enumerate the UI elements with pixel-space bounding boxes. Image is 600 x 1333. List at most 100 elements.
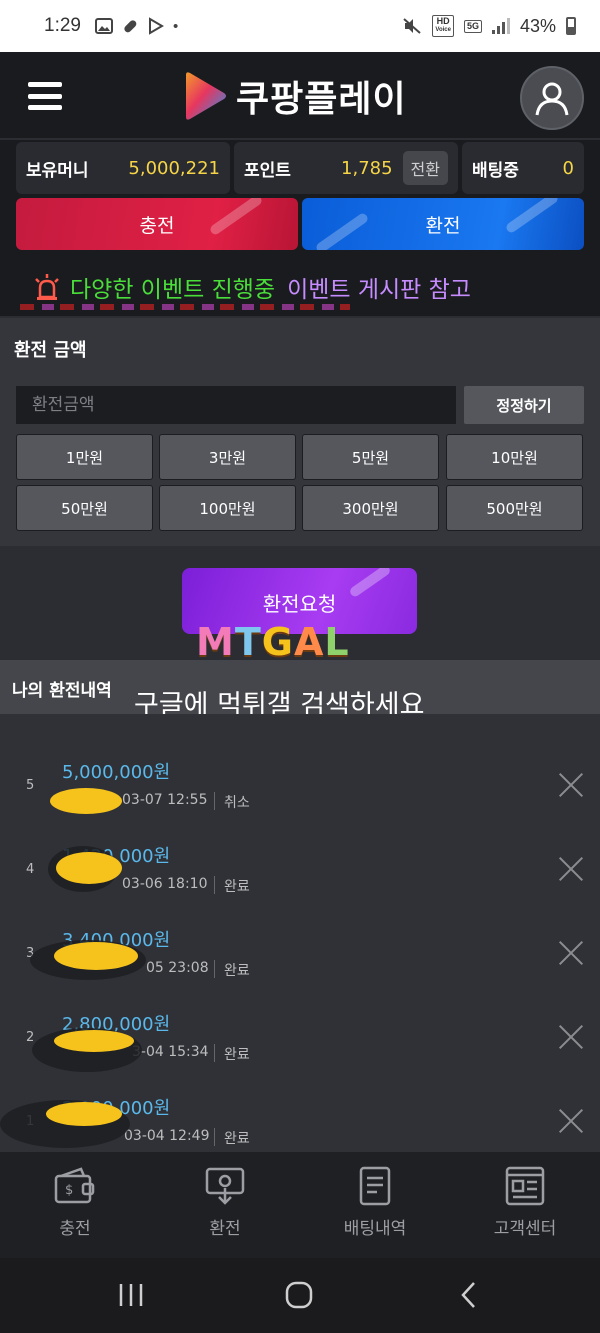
row-date: 3-04 15:34 <box>132 1044 209 1060</box>
recent-apps-icon[interactable] <box>116 1280 146 1310</box>
row-amount: 5,000,000원 <box>62 762 171 783</box>
scrolling-ticker-remnant <box>20 304 350 310</box>
withdraw-button[interactable]: 환전 <box>302 198 584 250</box>
close-icon[interactable] <box>558 856 584 882</box>
pill-icon <box>124 20 137 33</box>
action-buttons: 충전 환전 <box>0 196 600 258</box>
quick-amount-button[interactable]: 10만원 <box>446 434 583 480</box>
balance-bar: 보유머니 5,000,221 포인트 1,785 전환 배팅중 0 <box>0 140 600 196</box>
reset-amount-button[interactable]: 정정하기 <box>464 386 584 424</box>
nav-customer-center-label: 고객센터 <box>493 1219 557 1239</box>
row-status: 완료 <box>224 1047 250 1063</box>
withdraw-request-label: 환전요청 <box>262 592 337 616</box>
betting-cell: 배팅중 0 <box>462 142 584 194</box>
row-separator <box>214 960 215 978</box>
row-separator <box>214 792 215 810</box>
system-navigation-bar <box>0 1258 600 1333</box>
status-bar: 1:29 • HD Voice 5G 43% <box>0 0 600 52</box>
quick-amount-button[interactable]: 50만원 <box>16 485 153 531</box>
redaction-mark <box>54 1030 134 1052</box>
wallet-icon: $ <box>54 1167 95 1204</box>
history-row: 3 3,400,000원 05 23:08 완료 <box>0 910 600 994</box>
nav-deposit-label: 충전 <box>59 1219 91 1239</box>
image-icon <box>94 18 113 34</box>
user-avatar-icon <box>535 82 569 116</box>
signal-icon <box>491 18 510 34</box>
status-notification-icons: • <box>94 17 179 35</box>
nav-withdraw-label: 환전 <box>209 1219 241 1239</box>
row-separator <box>214 1044 215 1062</box>
hamburger-icon[interactable] <box>28 82 62 110</box>
row-status: 완료 <box>224 1131 250 1147</box>
event-text-main: 다양한 이벤트 진행중 <box>70 277 276 303</box>
close-icon[interactable] <box>558 1108 584 1134</box>
row-separator <box>214 1128 215 1146</box>
withdraw-amount-input[interactable] <box>16 386 456 424</box>
nav-customer-center[interactable]: 고객센터 <box>450 1166 600 1239</box>
history-row: 5 5,000,000원 03-07 12:55 취소 <box>0 742 600 826</box>
history-title: 나의 환전내역 <box>12 681 112 701</box>
quick-amount-button[interactable]: 3만원 <box>159 434 296 480</box>
row-status: 완료 <box>224 963 250 979</box>
quick-amount-button[interactable]: 300만원 <box>302 485 439 531</box>
history-row: 1 2,000,000원 03-04 12:49 완료 <box>0 1078 600 1162</box>
home-icon[interactable] <box>284 1280 314 1310</box>
play-store-icon <box>148 17 164 35</box>
battery-percent: 43% <box>519 15 556 36</box>
withdraw-label: 환전 <box>425 214 461 237</box>
money-cell: 보유머니 5,000,221 <box>16 142 230 194</box>
nav-deposit[interactable]: $ 충전 <box>0 1166 150 1239</box>
withdraw-amount-title: 환전 금액 <box>14 340 87 361</box>
history-row: 4 1,420,000원 03-06 18:10 완료 <box>0 826 600 910</box>
quick-amount-button[interactable]: 100만원 <box>159 485 296 531</box>
redaction-mark <box>56 852 122 884</box>
row-date: 03-06 18:10 <box>122 876 208 892</box>
row-separator <box>214 876 215 894</box>
close-icon[interactable] <box>558 940 584 966</box>
back-icon[interactable] <box>454 1280 484 1310</box>
watermark-logo: MTGAL <box>196 620 350 664</box>
points-label: 포인트 <box>244 160 291 181</box>
redaction-mark <box>54 942 138 970</box>
app-logo[interactable]: 쿠팡플레이 <box>182 70 407 122</box>
points-cell: 포인트 1,785 전환 <box>234 142 458 194</box>
history-row: 2 2,800,000원 3-04 15:34 완료 <box>0 994 600 1078</box>
quick-amount-button[interactable]: 5만원 <box>302 434 439 480</box>
mute-icon <box>403 18 422 34</box>
nav-betting-history-label: 배팅내역 <box>343 1219 407 1239</box>
event-text-board: 이벤트 게시판 참고 <box>287 277 471 303</box>
quick-amount-button[interactable]: 500만원 <box>446 485 583 531</box>
siren-icon <box>35 274 59 300</box>
nav-betting-history[interactable]: 배팅내역 <box>300 1166 450 1239</box>
convert-points-button[interactable]: 전환 <box>402 151 448 185</box>
app-header: 쿠팡플레이 <box>0 52 600 138</box>
deposit-button[interactable]: 충전 <box>16 198 298 250</box>
logo-text: 쿠팡플레이 <box>236 79 407 120</box>
history-list: 5 5,000,000원 03-07 12:55 취소 4 1,420,000원… <box>0 714 600 1152</box>
news-icon <box>505 1166 545 1206</box>
row-status: 완료 <box>224 879 250 895</box>
request-area: 환전요청 MTGAL <box>0 546 600 664</box>
betting-label: 배팅중 <box>472 160 519 181</box>
bottom-navigation: $ 충전 환전 배팅내역 고객센터 <box>0 1152 600 1258</box>
dot-icon: • <box>172 17 179 35</box>
points-value: 1,785 <box>341 157 393 179</box>
money-value: 5,000,221 <box>128 157 220 179</box>
play-logo-icon <box>186 72 226 120</box>
row-date: 03-07 12:55 <box>122 792 208 808</box>
close-icon[interactable] <box>558 1024 584 1050</box>
withdraw-panel: 환전 금액 정정하기 1만원 3만원 5만원 10만원 50만원 100만원 3… <box>0 318 600 546</box>
exchange-icon <box>205 1167 245 1205</box>
profile-button[interactable] <box>520 66 584 130</box>
nav-withdraw[interactable]: 환전 <box>150 1166 300 1239</box>
svg-text:$: $ <box>65 1183 73 1198</box>
row-status: 취소 <box>224 795 250 811</box>
status-time: 1:29 <box>44 15 81 36</box>
quick-amount-button[interactable]: 1만원 <box>16 434 153 480</box>
row-date: 03-04 12:49 <box>124 1128 210 1144</box>
battery-icon <box>566 17 576 35</box>
event-banner[interactable]: 다양한 이벤트 진행중 이벤트 게시판 참고 <box>0 258 600 316</box>
5g-icon: 5G <box>463 19 482 33</box>
close-icon[interactable] <box>558 772 584 798</box>
document-icon <box>359 1166 391 1206</box>
